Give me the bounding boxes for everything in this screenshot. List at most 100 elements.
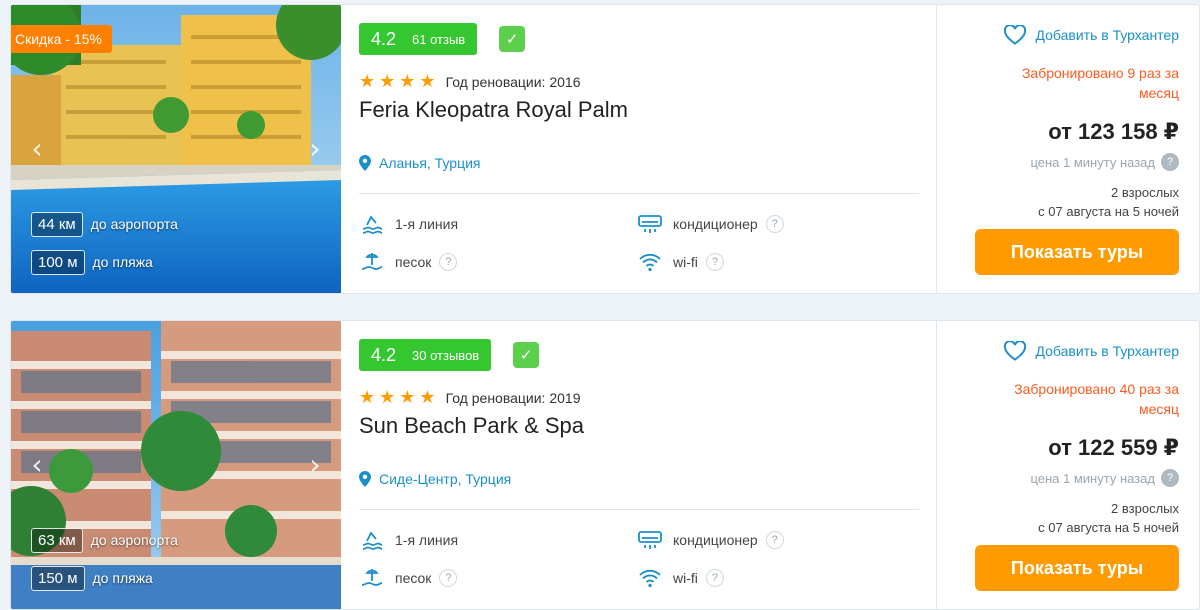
booked-count: Забронировано 40 раз за месяц — [1014, 381, 1179, 417]
stars-row: ★ ★ ★ ★ Год реновации: 2019 — [359, 387, 580, 408]
travel-dates: с 07 августа на 5 ночей — [1038, 520, 1179, 535]
add-to-favorites-button[interactable]: Добавить в Турхантер — [1003, 25, 1179, 45]
booking-panel: Добавить в Турхантер Забронировано 9 раз… — [936, 5, 1199, 293]
feature-wifi: wi-fi ? — [637, 565, 724, 591]
divider — [359, 193, 919, 194]
hotel-name-link[interactable]: Feria Kleopatra Royal Palm — [359, 97, 628, 123]
hotel-card: ‹ › 63 км до аэропорта 150 м до пляжа 4.… — [10, 320, 1200, 610]
price-updated-label: цена 1 минуту назад — [1030, 154, 1155, 170]
hotel-location[interactable]: Аланья, Турция — [359, 155, 481, 171]
rating-score: 4.2 — [371, 344, 397, 365]
location-pin-icon — [359, 155, 371, 171]
air-conditioner-icon — [638, 531, 662, 549]
booking-panel: Добавить в Турхантер Забронировано 40 ра… — [936, 321, 1199, 609]
beach-distance-value: 150 м — [31, 565, 85, 591]
feature-line: 1-я линия — [359, 527, 458, 553]
location-pin-icon — [359, 471, 371, 487]
feature-wifi: wi-fi ? — [637, 249, 724, 275]
help-icon[interactable]: ? — [765, 215, 784, 233]
photo-prev-arrow[interactable]: ‹ — [27, 135, 47, 163]
heart-icon — [1004, 25, 1027, 45]
renovation-year: Год реновации: 2016 — [445, 73, 581, 90]
help-icon[interactable]: ? — [705, 569, 724, 587]
airport-distance: 63 км до аэропорта — [31, 527, 178, 553]
tour-price: от 122 559 ₽ — [1048, 435, 1179, 460]
feature-wifi-label: wi-fi — [673, 570, 698, 586]
photo-prev-arrow[interactable]: ‹ — [27, 451, 47, 479]
reviews-count: 30 отзывов — [412, 347, 480, 363]
beach-distance-label: до пляжа — [92, 254, 153, 270]
rating-row: 4.2 30 отзывов ✓ — [359, 339, 540, 371]
help-icon[interactable]: ? — [1161, 469, 1179, 487]
divider — [359, 509, 919, 510]
heart-icon — [1004, 341, 1027, 361]
hotel-photo[interactable]: Скидка - 15% ‹ › 44 км до аэропорта 100 … — [11, 5, 341, 293]
check-icon: ✓ — [513, 342, 540, 368]
check-icon: ✓ — [499, 26, 526, 52]
hotel-location-label: Аланья, Турция — [379, 155, 481, 171]
stars-row: ★ ★ ★ ★ Год реновации: 2016 — [359, 71, 580, 92]
feature-beach-label: песок — [395, 254, 432, 270]
wifi-icon — [639, 253, 661, 272]
help-icon[interactable]: ? — [1161, 153, 1179, 171]
show-tours-button[interactable]: Показать туры — [975, 229, 1179, 275]
beach-sand-icon — [361, 569, 383, 586]
hotel-info: 4.2 61 отзыв ✓ ★ ★ ★ ★ Год реновации: 20… — [341, 5, 936, 293]
help-icon[interactable]: ? — [765, 531, 784, 549]
airport-distance: 44 км до аэропорта — [31, 211, 178, 237]
add-to-favorites-label: Добавить в Турхантер — [1035, 27, 1179, 43]
airport-distance-value: 63 км — [31, 527, 83, 553]
feature-ac-label: кондиционер — [673, 532, 758, 548]
price-updated-label: цена 1 минуту назад — [1030, 470, 1155, 486]
hotel-card: Скидка - 15% ‹ › 44 км до аэропорта 100 … — [10, 4, 1200, 294]
guests: 2 взрослых — [1111, 501, 1179, 516]
hotel-photo[interactable]: ‹ › 63 км до аэропорта 150 м до пляжа — [11, 321, 341, 609]
hotel-location[interactable]: Сиде-Центр, Турция — [359, 471, 511, 487]
swimmer-icon — [362, 215, 383, 234]
beach-distance-value: 100 м — [31, 249, 85, 275]
feature-beach: песок ? — [359, 565, 458, 591]
show-tours-button[interactable]: Показать туры — [975, 545, 1179, 591]
price-updated: цена 1 минуту назад ? — [1030, 153, 1179, 171]
renovation-year: Год реновации: 2019 — [445, 389, 581, 406]
photo-next-arrow[interactable]: › — [305, 451, 325, 479]
feature-ac: кондиционер ? — [637, 527, 784, 553]
feature-beach: песок ? — [359, 249, 458, 275]
feature-ac-label: кондиционер — [673, 216, 758, 232]
swimmer-icon — [362, 531, 383, 550]
reviews-count: 61 отзыв — [412, 31, 466, 47]
help-icon[interactable]: ? — [705, 253, 724, 271]
price-updated: цена 1 минуту назад ? — [1030, 469, 1179, 487]
tour-price: от 123 158 ₽ — [1048, 119, 1179, 144]
hotel-name-link[interactable]: Sun Beach Park & Spa — [359, 413, 584, 439]
feature-beach-label: песок — [395, 570, 432, 586]
airport-distance-value: 44 км — [31, 211, 83, 237]
airport-distance-label: до аэропорта — [90, 216, 178, 232]
wifi-icon — [639, 569, 661, 588]
feature-line: 1-я линия — [359, 211, 458, 237]
beach-distance-label: до пляжа — [92, 570, 153, 586]
help-icon[interactable]: ? — [439, 569, 458, 587]
add-to-favorites-button[interactable]: Добавить в Турхантер — [1003, 341, 1179, 361]
beach-distance: 150 м до пляжа — [31, 565, 153, 591]
help-icon[interactable]: ? — [439, 253, 458, 271]
beach-sand-icon — [361, 253, 383, 270]
hotel-info: 4.2 30 отзывов ✓ ★ ★ ★ ★ Год реновации: … — [341, 321, 936, 609]
hotel-location-label: Сиде-Центр, Турция — [379, 471, 512, 487]
feature-line-label: 1-я линия — [395, 532, 459, 548]
airport-distance-label: до аэропорта — [90, 532, 178, 548]
rating-row: 4.2 61 отзыв ✓ — [359, 23, 526, 55]
discount-badge: Скидка - 15% — [11, 25, 112, 53]
photo-next-arrow[interactable]: › — [305, 135, 325, 163]
travel-details: 2 взрослых с 07 августа на 5 ночей — [969, 183, 1179, 221]
star-icon: ★ — [399, 387, 416, 408]
rating-badge[interactable]: 4.2 61 отзыв — [359, 23, 478, 55]
star-icon: ★ — [359, 387, 376, 408]
star-icon: ★ — [399, 71, 416, 92]
star-icon: ★ — [379, 71, 396, 92]
beach-distance: 100 м до пляжа — [31, 249, 153, 275]
feature-ac: кондиционер ? — [637, 211, 784, 237]
rating-badge[interactable]: 4.2 30 отзывов — [359, 339, 492, 371]
air-conditioner-icon — [638, 215, 662, 233]
star-icon: ★ — [359, 71, 376, 92]
